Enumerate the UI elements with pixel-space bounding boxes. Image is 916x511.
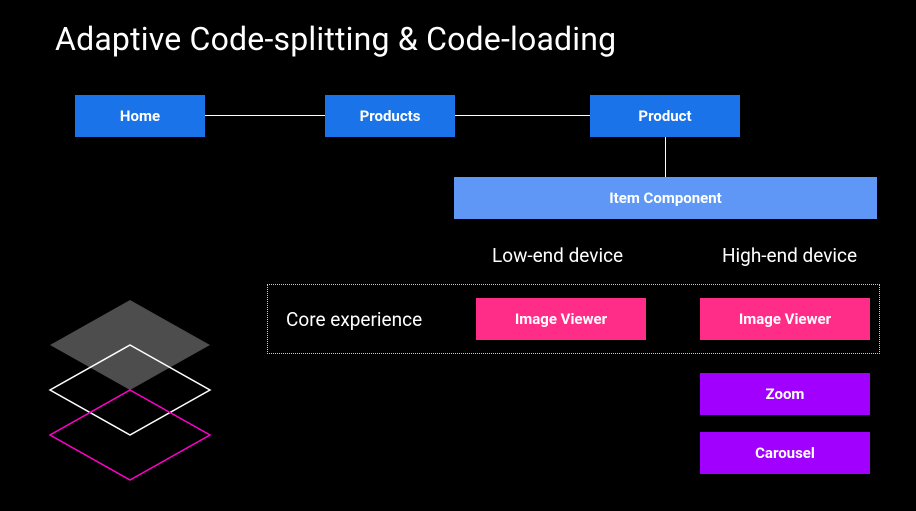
connector-home-products [205,115,325,116]
connector-product-item [665,137,666,177]
connector-products-product [455,115,590,116]
module-image-viewer-low: Image Viewer [476,298,646,340]
node-home-label: Home [120,107,160,125]
module-carousel-label: Carousel [755,444,815,462]
node-products-label: Products [360,107,421,125]
node-home: Home [75,95,205,137]
module-zoom: Zoom [700,373,870,415]
node-item-component: Item Component [454,177,877,219]
module-image-viewer-high: Image Viewer [700,298,870,340]
label-core-experience: Core experience [286,308,422,331]
module-image-viewer-high-label: Image Viewer [739,310,831,328]
layers-icon [30,290,230,490]
module-zoom-label: Zoom [766,385,805,403]
node-products: Products [325,95,455,137]
label-high-end: High-end device [722,244,857,267]
node-product-label: Product [638,107,691,125]
label-low-end: Low-end device [492,244,623,267]
module-image-viewer-low-label: Image Viewer [515,310,607,328]
module-carousel: Carousel [700,432,870,474]
node-item-component-label: Item Component [609,189,721,207]
page-title: Adaptive Code-splitting & Code-loading [55,20,616,58]
node-product: Product [590,95,740,137]
